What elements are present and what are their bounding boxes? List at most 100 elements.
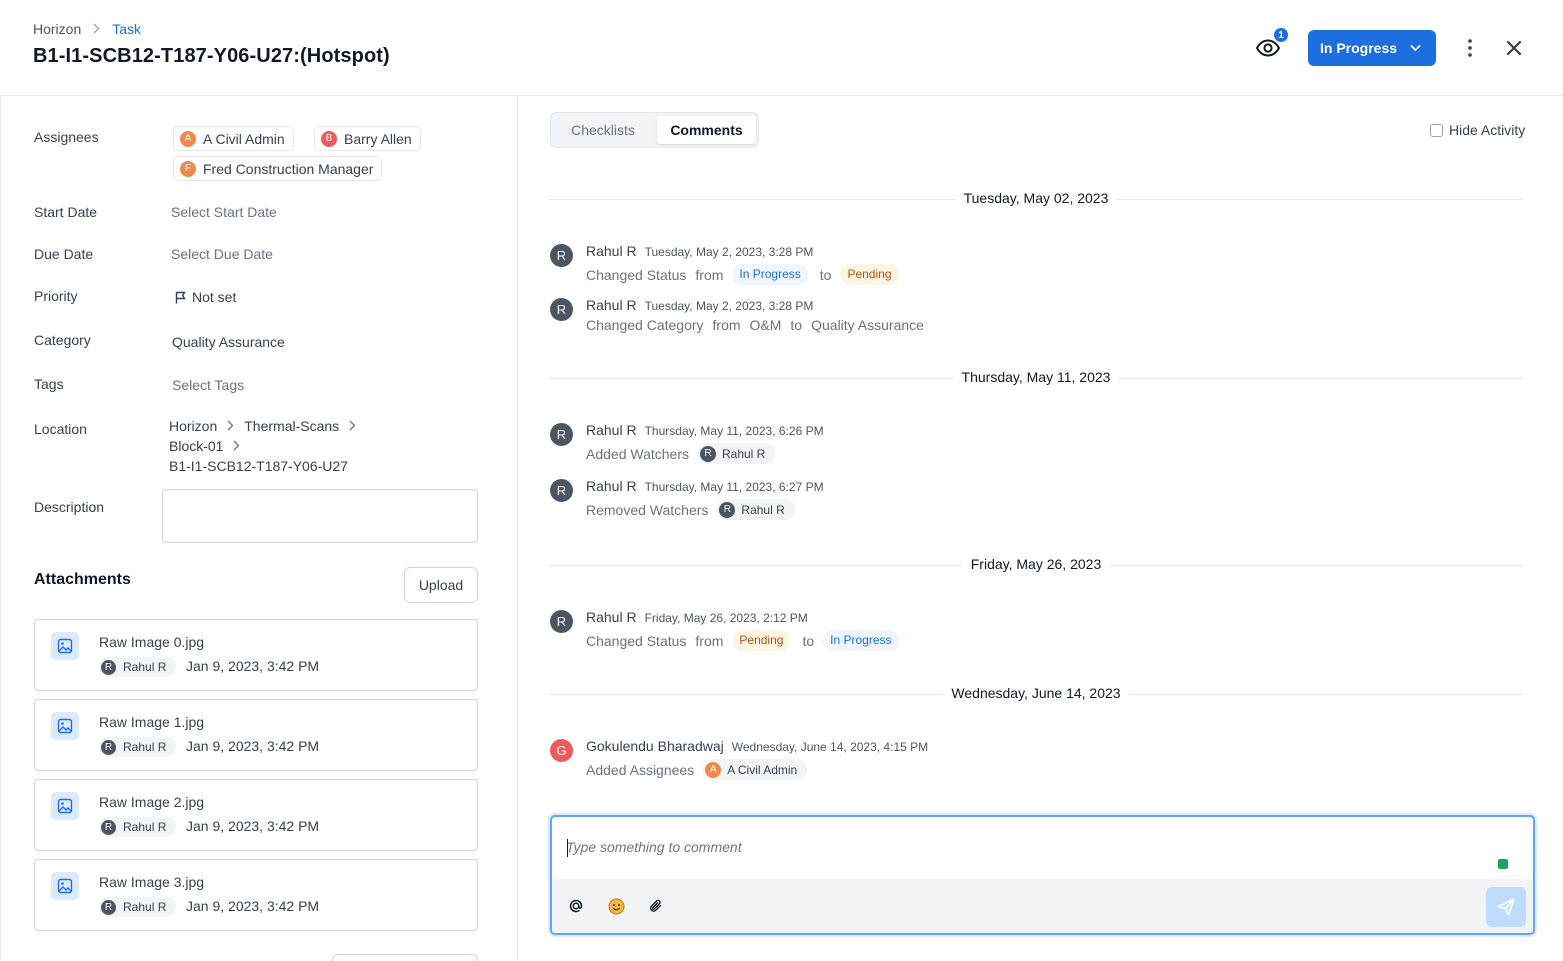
description-label: Description bbox=[34, 499, 105, 515]
watchers-count-badge: 1 bbox=[1273, 27, 1289, 43]
activity-body: Added Assignees A A Civil Admin bbox=[586, 759, 808, 780]
location-path-line-2: Block-01 bbox=[169, 438, 250, 454]
activity-user: Rahul R bbox=[586, 297, 637, 313]
activity-from-word: from bbox=[695, 266, 724, 283]
status-indicator-icon bbox=[1498, 859, 1508, 869]
activity-time: Friday, May 26, 2023, 2:12 PM bbox=[644, 611, 808, 625]
status-badge: Pending bbox=[732, 630, 791, 651]
send-icon bbox=[1497, 898, 1515, 916]
start-date-label: Start Date bbox=[34, 204, 98, 220]
assignee-name: Barry Allen bbox=[344, 130, 412, 147]
tags-select[interactable]: Select Tags bbox=[172, 377, 244, 393]
activity-header: Rahul R Friday, May 26, 2023, 2:12 PM bbox=[586, 609, 808, 625]
emoji-button[interactable] bbox=[606, 896, 626, 916]
activity-header: Gokulendu Bharadwaj Wednesday, June 14, … bbox=[586, 738, 928, 754]
priority-select[interactable]: Not set bbox=[175, 289, 236, 305]
activity-body: Removed Watchers R Rahul R bbox=[586, 499, 795, 520]
uploader-name: Rahul R bbox=[123, 900, 167, 914]
load-more-button[interactable] bbox=[332, 954, 478, 961]
description-input[interactable] bbox=[162, 489, 478, 543]
activity-action: Changed Status bbox=[586, 266, 687, 283]
image-icon bbox=[51, 872, 79, 900]
attachment-card[interactable]: Raw Image 0.jpg R Rahul R Jan 9, 2023, 3… bbox=[34, 619, 478, 691]
hide-activity-checkbox[interactable] bbox=[1430, 123, 1443, 137]
attachment-date: Jan 9, 2023, 3:42 PM bbox=[186, 898, 320, 914]
uploader-name: Rahul R bbox=[123, 820, 167, 834]
attachment-date: Jan 9, 2023, 3:42 PM bbox=[186, 818, 320, 834]
upload-button[interactable]: Upload bbox=[404, 567, 478, 603]
avatar: A bbox=[705, 761, 722, 778]
activity-body: Added Watchers R Rahul R bbox=[586, 443, 776, 464]
due-date-picker[interactable]: Select Due Date bbox=[171, 246, 273, 262]
tab-comments[interactable]: Comments bbox=[657, 116, 756, 144]
assignee-chip[interactable]: B Barry Allen bbox=[314, 126, 421, 151]
avatar: R bbox=[550, 479, 573, 502]
activity-item: R Rahul R Tuesday, May 2, 2023, 3:28 PM … bbox=[549, 296, 1449, 340]
mention-button[interactable] bbox=[566, 896, 586, 916]
activity-panel: Checklists Comments Hide Activity Tuesda… bbox=[519, 96, 1563, 961]
location-segment[interactable]: B1-I1-SCB12-T187-Y06-U27 bbox=[169, 458, 348, 474]
breadcrumb-root[interactable]: Horizon bbox=[33, 21, 81, 37]
at-icon bbox=[569, 899, 583, 913]
date-divider-label: Friday, May 26, 2023 bbox=[962, 556, 1110, 572]
watch-button[interactable]: 1 bbox=[1254, 27, 1289, 62]
attachment-card[interactable]: Raw Image 2.jpg R Rahul R Jan 9, 2023, 3… bbox=[34, 779, 478, 851]
attachment-uploader: R Rahul R bbox=[99, 897, 177, 917]
location-segment[interactable]: Block-01 bbox=[169, 438, 223, 454]
breadcrumb-current[interactable]: Task bbox=[112, 21, 141, 37]
activity-time: Tuesday, May 2, 2023, 3:28 PM bbox=[644, 245, 814, 259]
comment-composer bbox=[550, 815, 1535, 935]
panel-tabs: Checklists Comments bbox=[550, 112, 759, 148]
activity-body: Changed Category from O&M to Quality Ass… bbox=[586, 317, 933, 333]
attach-file-button[interactable] bbox=[646, 896, 666, 916]
more-options-button[interactable] bbox=[1460, 37, 1480, 59]
tab-checklists[interactable]: Checklists bbox=[555, 116, 651, 144]
status-dropdown-button[interactable]: In Progress bbox=[1308, 30, 1436, 66]
chevron-right-icon bbox=[233, 438, 240, 454]
avatar: R bbox=[101, 899, 116, 915]
activity-item: G Gokulendu Bharadwaj Wednesday, June 14… bbox=[549, 737, 1449, 781]
activity-header: Rahul R Thursday, May 11, 2023, 6:26 PM bbox=[586, 422, 824, 438]
activity-item: R Rahul R Thursday, May 11, 2023, 6:26 P… bbox=[549, 421, 1449, 465]
attachment-card[interactable]: Raw Image 3.jpg R Rahul R Jan 9, 2023, 3… bbox=[34, 859, 478, 931]
chevron-right-icon bbox=[227, 418, 234, 434]
assignee-chip[interactable]: F Fred Construction Manager bbox=[173, 156, 383, 181]
attachment-uploader: R Rahul R bbox=[99, 817, 177, 837]
location-segment[interactable]: Thermal-Scans bbox=[244, 418, 339, 434]
comment-input[interactable] bbox=[566, 839, 1486, 855]
activity-action: Added Watchers bbox=[586, 445, 689, 462]
avatar: R bbox=[719, 501, 736, 518]
close-button[interactable] bbox=[1503, 37, 1525, 59]
start-date-picker[interactable]: Select Start Date bbox=[171, 204, 277, 220]
category-select[interactable]: Quality Assurance bbox=[172, 334, 285, 350]
activity-to-value: Quality Assurance bbox=[811, 317, 924, 333]
attachment-uploader: R Rahul R bbox=[99, 657, 177, 677]
activity-time: Wednesday, June 14, 2023, 4:15 PM bbox=[731, 740, 929, 754]
assignees-label: Assignees bbox=[34, 129, 99, 145]
status-badge: Pending bbox=[840, 264, 899, 285]
avatar: A bbox=[180, 130, 196, 147]
activity-from-value: O&M bbox=[749, 317, 782, 333]
activity-to-word: to bbox=[790, 317, 803, 333]
date-divider-label: Thursday, May 11, 2023 bbox=[953, 369, 1119, 385]
user-badge-name: Rahul R bbox=[721, 446, 766, 461]
task-header: Horizon Task B1-I1-SCB12-T187-Y06-U27:(H… bbox=[0, 0, 1563, 96]
user-badge: R Rahul R bbox=[717, 499, 795, 520]
location-segment[interactable]: Horizon bbox=[169, 418, 217, 434]
chevron-right-icon bbox=[349, 418, 356, 434]
attachment-name: Raw Image 2.jpg bbox=[99, 794, 205, 810]
attachment-date: Jan 9, 2023, 3:42 PM bbox=[186, 658, 320, 674]
send-button[interactable] bbox=[1486, 887, 1526, 927]
assignee-chip[interactable]: A A Civil Admin bbox=[173, 126, 294, 151]
tags-label: Tags bbox=[34, 376, 64, 392]
status-badge: In Progress bbox=[823, 630, 899, 651]
activity-time: Thursday, May 11, 2023, 6:26 PM bbox=[644, 424, 824, 438]
date-divider: Tuesday, May 02, 2023 bbox=[549, 190, 1523, 210]
attachment-card[interactable]: Raw Image 1.jpg R Rahul R Jan 9, 2023, 3… bbox=[34, 699, 478, 771]
avatar: R bbox=[550, 244, 573, 267]
flag-icon bbox=[175, 291, 186, 303]
hide-activity-toggle[interactable]: Hide Activity bbox=[1430, 122, 1525, 138]
assignee-name: A Civil Admin bbox=[203, 130, 285, 147]
close-icon bbox=[1506, 40, 1522, 56]
activity-time: Tuesday, May 2, 2023, 3:28 PM bbox=[644, 299, 814, 313]
